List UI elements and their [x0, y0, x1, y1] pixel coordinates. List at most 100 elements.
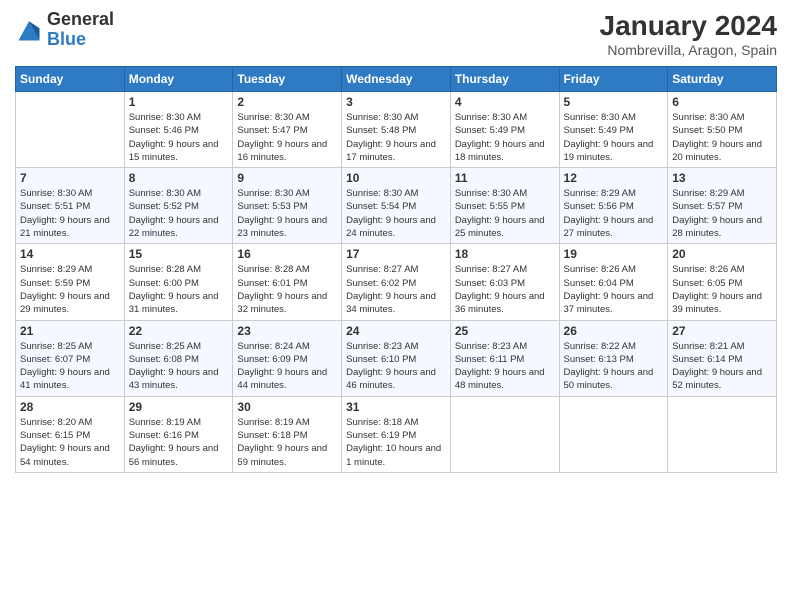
day-number: 2 [237, 95, 337, 109]
day-number: 29 [129, 400, 229, 414]
week-row-4: 28 Sunrise: 8:20 AMSunset: 6:15 PMDayligh… [16, 396, 777, 472]
header: General Blue January 2024 Nombrevilla, A… [15, 10, 777, 58]
day-info: Sunrise: 8:30 AMSunset: 5:46 PMDaylight:… [129, 111, 229, 164]
day-info: Sunrise: 8:27 AMSunset: 6:03 PMDaylight:… [455, 263, 555, 316]
col-tuesday: Tuesday [233, 67, 342, 92]
day-number: 4 [455, 95, 555, 109]
calendar-cell-w2-d1: 15 Sunrise: 8:28 AMSunset: 6:00 PMDayligh… [124, 244, 233, 320]
day-number: 3 [346, 95, 446, 109]
day-number: 9 [237, 171, 337, 185]
day-info: Sunrise: 8:27 AMSunset: 6:02 PMDaylight:… [346, 263, 446, 316]
calendar-cell-w0-d1: 1 Sunrise: 8:30 AMSunset: 5:46 PMDaylight… [124, 92, 233, 168]
calendar-cell-w2-d4: 18Sunrise: 8:27 AMSunset: 6:03 PMDayligh… [450, 244, 559, 320]
calendar-table: Sunday Monday Tuesday Wednesday Thursday… [15, 66, 777, 473]
day-number: 13 [672, 171, 772, 185]
col-sunday: Sunday [16, 67, 125, 92]
day-info: Sunrise: 8:29 AMSunset: 5:59 PMDaylight:… [20, 263, 120, 316]
day-number: 24 [346, 324, 446, 338]
page: General Blue January 2024 Nombrevilla, A… [0, 0, 792, 612]
day-info: Sunrise: 8:23 AMSunset: 6:11 PMDaylight:… [455, 340, 555, 393]
week-row-2: 14 Sunrise: 8:29 AMSunset: 5:59 PMDayligh… [16, 244, 777, 320]
day-info: Sunrise: 8:30 AMSunset: 5:54 PMDaylight:… [346, 187, 446, 240]
day-info: Sunrise: 8:25 AMSunset: 6:08 PMDaylight:… [129, 340, 229, 393]
calendar-cell-w0-d4: 4 Sunrise: 8:30 AMSunset: 5:49 PMDaylight… [450, 92, 559, 168]
day-number: 15 [129, 247, 229, 261]
calendar-cell-w2-d5: 19 Sunrise: 8:26 AMSunset: 6:04 PMDayligh… [559, 244, 668, 320]
calendar-cell-w4-d1: 29 Sunrise: 8:19 AMSunset: 6:16 PMDayligh… [124, 396, 233, 472]
calendar-cell-w4-d5 [559, 396, 668, 472]
day-number: 20 [672, 247, 772, 261]
title-block: January 2024 Nombrevilla, Aragon, Spain [600, 10, 777, 58]
day-info: Sunrise: 8:19 AMSunset: 6:18 PMDaylight:… [237, 416, 337, 469]
day-number: 8 [129, 171, 229, 185]
day-number: 25 [455, 324, 555, 338]
title-location: Nombrevilla, Aragon, Spain [600, 42, 777, 58]
calendar-cell-w2-d0: 14 Sunrise: 8:29 AMSunset: 5:59 PMDayligh… [16, 244, 125, 320]
logo-general-text: General [47, 10, 114, 30]
calendar-cell-w0-d3: 3Sunrise: 8:30 AMSunset: 5:48 PMDaylight… [342, 92, 451, 168]
day-info: Sunrise: 8:30 AMSunset: 5:49 PMDaylight:… [564, 111, 664, 164]
calendar-cell-w1-d6: 13 Sunrise: 8:29 AMSunset: 5:57 PMDayligh… [668, 168, 777, 244]
col-monday: Monday [124, 67, 233, 92]
day-number: 19 [564, 247, 664, 261]
day-number: 23 [237, 324, 337, 338]
day-number: 10 [346, 171, 446, 185]
calendar-cell-w3-d2: 23 Sunrise: 8:24 AMSunset: 6:09 PMDayligh… [233, 320, 342, 396]
logo: General Blue [15, 10, 114, 50]
day-number: 16 [237, 247, 337, 261]
week-row-3: 21 Sunrise: 8:25 AMSunset: 6:07 PMDayligh… [16, 320, 777, 396]
calendar-cell-w1-d2: 9 Sunrise: 8:30 AMSunset: 5:53 PMDaylight… [233, 168, 342, 244]
day-info: Sunrise: 8:30 AMSunset: 5:53 PMDaylight:… [237, 187, 337, 240]
day-info: Sunrise: 8:30 AMSunset: 5:51 PMDaylight:… [20, 187, 120, 240]
week-row-0: 1 Sunrise: 8:30 AMSunset: 5:46 PMDaylight… [16, 92, 777, 168]
col-wednesday: Wednesday [342, 67, 451, 92]
calendar-cell-w4-d3: 31 Sunrise: 8:18 AMSunset: 6:19 PMDayligh… [342, 396, 451, 472]
day-number: 27 [672, 324, 772, 338]
day-number: 26 [564, 324, 664, 338]
col-thursday: Thursday [450, 67, 559, 92]
day-info: Sunrise: 8:25 AMSunset: 6:07 PMDaylight:… [20, 340, 120, 393]
day-info: Sunrise: 8:28 AMSunset: 6:01 PMDaylight:… [237, 263, 337, 316]
calendar-cell-w1-d4: 11Sunrise: 8:30 AMSunset: 5:55 PMDayligh… [450, 168, 559, 244]
day-number: 17 [346, 247, 446, 261]
calendar-cell-w4-d4 [450, 396, 559, 472]
day-info: Sunrise: 8:30 AMSunset: 5:49 PMDaylight:… [455, 111, 555, 164]
calendar-cell-w3-d6: 27Sunrise: 8:21 AMSunset: 6:14 PMDayligh… [668, 320, 777, 396]
title-month: January 2024 [600, 10, 777, 42]
day-number: 31 [346, 400, 446, 414]
calendar-cell-w0-d6: 6Sunrise: 8:30 AMSunset: 5:50 PMDaylight… [668, 92, 777, 168]
calendar-cell-w1-d5: 12Sunrise: 8:29 AMSunset: 5:56 PMDayligh… [559, 168, 668, 244]
day-info: Sunrise: 8:20 AMSunset: 6:15 PMDaylight:… [20, 416, 120, 469]
calendar-cell-w4-d2: 30 Sunrise: 8:19 AMSunset: 6:18 PMDayligh… [233, 396, 342, 472]
calendar-cell-w3-d4: 25 Sunrise: 8:23 AMSunset: 6:11 PMDayligh… [450, 320, 559, 396]
day-number: 1 [129, 95, 229, 109]
day-info: Sunrise: 8:24 AMSunset: 6:09 PMDaylight:… [237, 340, 337, 393]
logo-blue-text: Blue [47, 30, 114, 50]
calendar-cell-w4-d0: 28 Sunrise: 8:20 AMSunset: 6:15 PMDayligh… [16, 396, 125, 472]
day-number: 7 [20, 171, 120, 185]
logo-text: General Blue [47, 10, 114, 50]
calendar-cell-w1-d0: 7 Sunrise: 8:30 AMSunset: 5:51 PMDaylight… [16, 168, 125, 244]
day-info: Sunrise: 8:30 AMSunset: 5:55 PMDaylight:… [455, 187, 555, 240]
day-info: Sunrise: 8:19 AMSunset: 6:16 PMDaylight:… [129, 416, 229, 469]
day-info: Sunrise: 8:18 AMSunset: 6:19 PMDaylight:… [346, 416, 446, 469]
day-info: Sunrise: 8:23 AMSunset: 6:10 PMDaylight:… [346, 340, 446, 393]
calendar-cell-w2-d6: 20Sunrise: 8:26 AMSunset: 6:05 PMDayligh… [668, 244, 777, 320]
calendar-cell-w0-d5: 5 Sunrise: 8:30 AMSunset: 5:49 PMDaylight… [559, 92, 668, 168]
calendar-cell-w0-d2: 2Sunrise: 8:30 AMSunset: 5:47 PMDaylight… [233, 92, 342, 168]
day-info: Sunrise: 8:22 AMSunset: 6:13 PMDaylight:… [564, 340, 664, 393]
day-info: Sunrise: 8:29 AMSunset: 5:57 PMDaylight:… [672, 187, 772, 240]
day-number: 21 [20, 324, 120, 338]
day-number: 30 [237, 400, 337, 414]
day-info: Sunrise: 8:28 AMSunset: 6:00 PMDaylight:… [129, 263, 229, 316]
day-number: 28 [20, 400, 120, 414]
col-saturday: Saturday [668, 67, 777, 92]
calendar-cell-w3-d5: 26 Sunrise: 8:22 AMSunset: 6:13 PMDayligh… [559, 320, 668, 396]
day-number: 22 [129, 324, 229, 338]
day-number: 14 [20, 247, 120, 261]
day-number: 5 [564, 95, 664, 109]
day-info: Sunrise: 8:26 AMSunset: 6:04 PMDaylight:… [564, 263, 664, 316]
calendar-cell-w3-d1: 22 Sunrise: 8:25 AMSunset: 6:08 PMDayligh… [124, 320, 233, 396]
day-info: Sunrise: 8:29 AMSunset: 5:56 PMDaylight:… [564, 187, 664, 240]
logo-icon [15, 16, 43, 44]
